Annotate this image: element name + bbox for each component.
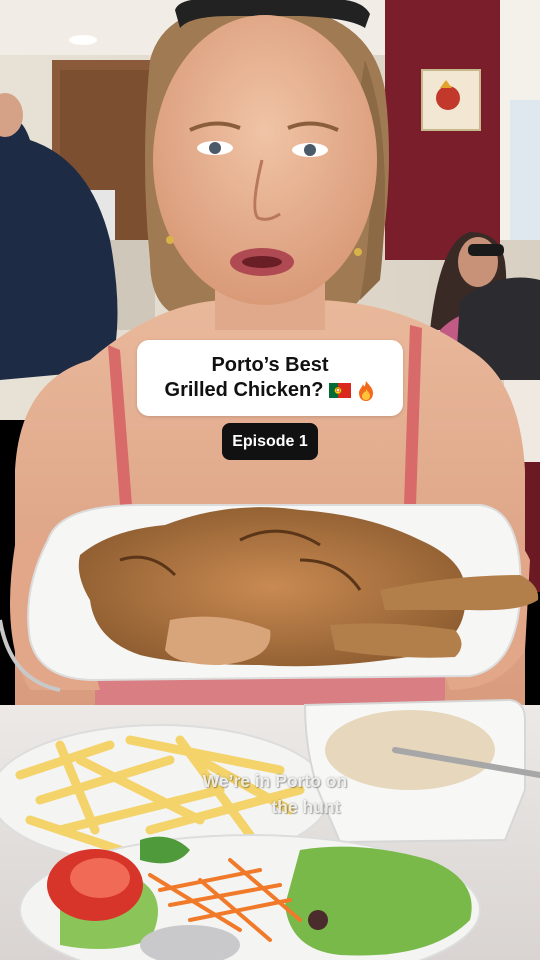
title-text-1: Porto’s Best [211, 354, 329, 376]
title-text-2: Grilled Chicken? [164, 379, 324, 401]
caption-line-1: We’re in Porto on [202, 771, 348, 791]
caption-subtitle: We’re in Porto on the hunt [150, 768, 400, 820]
fire-icon [357, 380, 375, 402]
portugal-flag-icon [329, 383, 352, 398]
ceiling-light [69, 35, 97, 45]
episode-badge: Episode 1 [222, 423, 318, 460]
title-card: Porto’s Best Grilled Chicken? [137, 340, 403, 416]
title-line-2: Grilled Chicken? [165, 378, 376, 403]
video-frame: Porto’s Best Grilled Chicken? Episode 1 [0, 0, 540, 960]
title-line-1: Porto’s Best [211, 353, 328, 378]
caption-line-2: the hunt [271, 797, 341, 817]
